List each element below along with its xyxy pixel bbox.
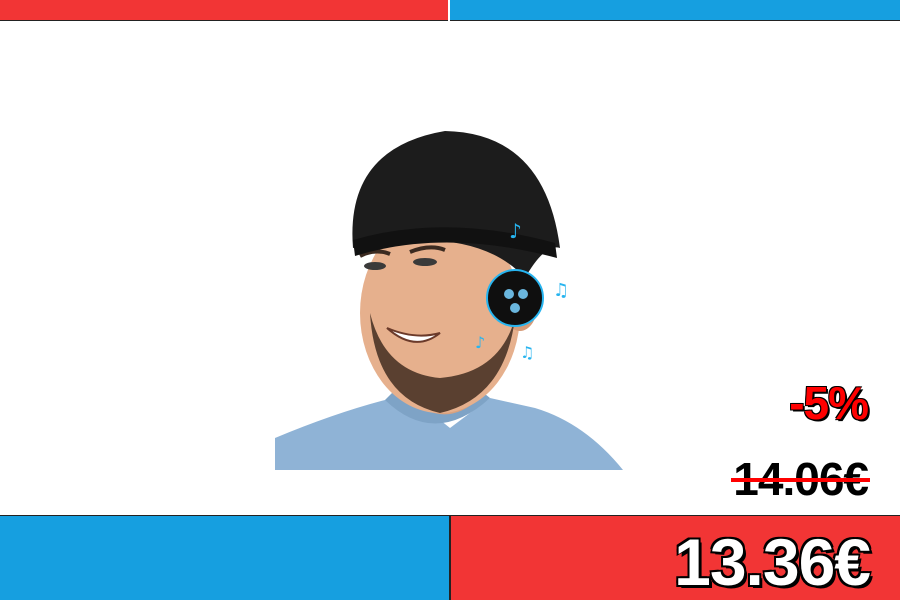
- old-price: 14.06€: [731, 452, 870, 506]
- bottom-bar-blue-segment: [0, 515, 449, 600]
- old-price-wrap: 14.06€: [731, 452, 870, 506]
- svg-text:♫: ♫: [520, 343, 534, 362]
- top-bar-blue-segment: [450, 0, 900, 21]
- top-color-bar: [0, 0, 900, 21]
- top-bar-red-segment: [0, 0, 448, 21]
- current-price: 13.36€: [674, 525, 871, 599]
- svg-text:♪: ♪: [509, 219, 522, 243]
- svg-text:♪: ♪: [475, 333, 485, 352]
- discount-badge: -5%: [789, 377, 869, 429]
- bottom-bar-red-segment: 13.36€: [451, 515, 900, 600]
- svg-text:♫: ♫: [553, 280, 569, 301]
- bluetooth-beanie-photo: ♪ ♫ ♪ ♫: [275, 131, 623, 470]
- bottom-price-bar: 13.36€: [0, 515, 900, 600]
- strikethrough-line: [731, 478, 870, 482]
- product-image: ♪ ♫ ♪ ♫: [275, 128, 623, 470]
